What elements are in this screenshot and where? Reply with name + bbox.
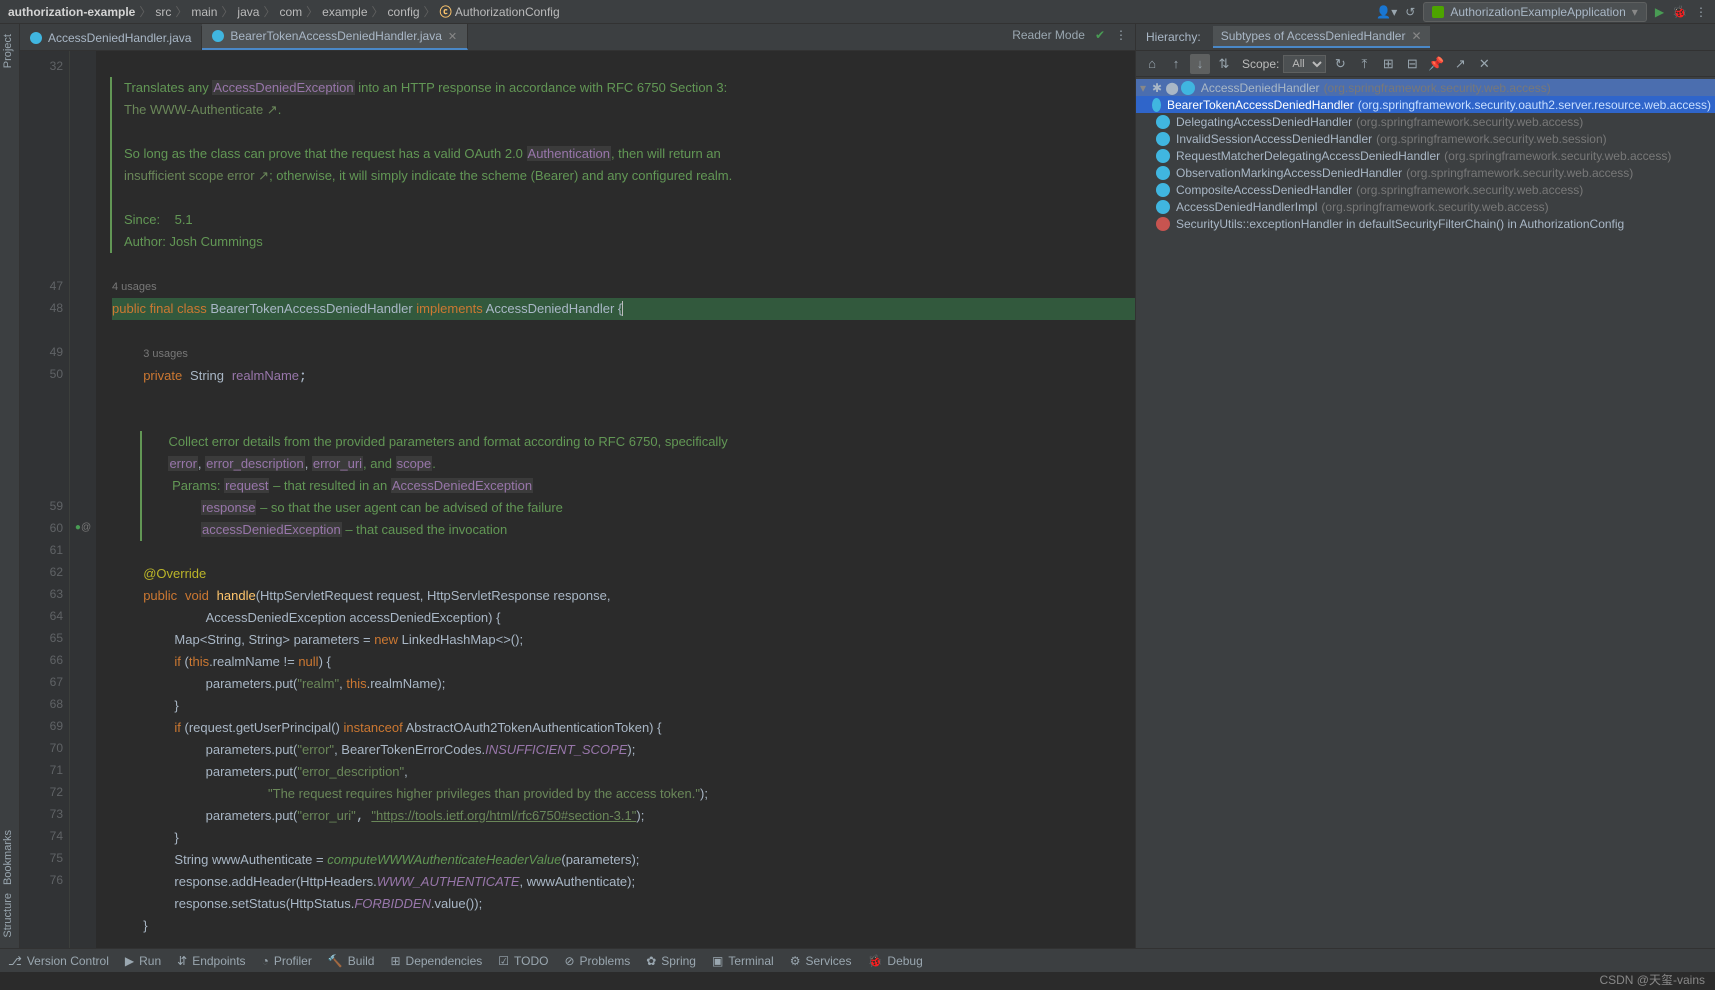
run-button[interactable]: ▶	[1655, 5, 1664, 19]
crumb-3[interactable]: java	[237, 5, 259, 19]
structure-toolwindow-tab[interactable]: Structure	[0, 889, 16, 942]
tab-bearertokenaccessdeniedhandler[interactable]: BearerTokenAccessDeniedHandler.java ✕	[202, 24, 468, 50]
crumb-0[interactable]: authorization-example	[8, 5, 135, 19]
top-nav: authorization-example〉 src〉 main〉 java〉 …	[0, 0, 1715, 24]
editor-tabs: AccessDeniedHandler.java BearerTokenAcce…	[20, 24, 1135, 51]
run-config-selector[interactable]: AuthorizationExampleApplication ▾	[1423, 2, 1646, 22]
crumb-5[interactable]: example	[322, 5, 367, 19]
left-tool-strip: Project Bookmarks Structure	[0, 24, 20, 948]
bottom-dependencies[interactable]: ⊞Dependencies	[390, 954, 482, 968]
bottom-services[interactable]: ⚙Services	[790, 954, 852, 968]
crumb-6[interactable]: config	[388, 5, 420, 19]
bottom-todo[interactable]: ☑TODO	[498, 954, 548, 968]
hierarchy-node[interactable]: DelegatingAccessDeniedHandler(org.spring…	[1136, 113, 1715, 130]
hierarchy-node[interactable]: ▾✱ ⬤ AccessDeniedHandler(org.springframe…	[1136, 79, 1715, 96]
debug-button[interactable]: 🐞	[1672, 5, 1687, 19]
bottom-build[interactable]: 🔨Build	[328, 954, 375, 968]
close-icon[interactable]: ✕	[448, 30, 457, 43]
expand-icon[interactable]: ⊞	[1378, 54, 1398, 74]
hierarchy-tab[interactable]: Subtypes of AccessDeniedHandler ✕	[1213, 26, 1430, 48]
bottom-run[interactable]: ▶Run	[125, 954, 161, 968]
hierarchy-tab-label: Subtypes of AccessDeniedHandler	[1221, 29, 1406, 43]
crumb-7[interactable]: ⓒ AuthorizationConfig	[440, 3, 560, 20]
user-icon[interactable]: 👤▾	[1376, 5, 1397, 19]
hierarchy-node[interactable]: InvalidSessionAccessDeniedHandler(org.sp…	[1136, 130, 1715, 147]
breadcrumb: authorization-example〉 src〉 main〉 java〉 …	[8, 3, 1376, 20]
editor: 3247484950596061626364656667686970717273…	[20, 51, 1135, 948]
reader-mode-check-icon[interactable]: ✔	[1095, 28, 1105, 42]
tab-label: BearerTokenAccessDeniedHandler.java	[230, 29, 441, 43]
hierarchy-node[interactable]: BearerTokenAccessDeniedHandler(org.sprin…	[1136, 96, 1715, 113]
hierarchy-node[interactable]: CompositeAccessDeniedHandler(org.springf…	[1136, 181, 1715, 198]
close-icon[interactable]: ✕	[1411, 29, 1421, 43]
java-file-icon	[212, 30, 224, 42]
crumb-1[interactable]: src	[155, 5, 171, 19]
reader-mode-label[interactable]: Reader Mode	[1012, 28, 1085, 42]
bottom-version-control[interactable]: ⎇Version Control	[8, 954, 109, 968]
bottom-problems[interactable]: ⊘Problems	[564, 954, 630, 968]
hierarchy-panel: Hierarchy: Subtypes of AccessDeniedHandl…	[1135, 24, 1715, 948]
java-file-icon	[30, 32, 42, 44]
hierarchy-node[interactable]: AccessDeniedHandlerImpl(org.springframew…	[1136, 198, 1715, 215]
gutter: 3247484950596061626364656667686970717273…	[20, 51, 70, 948]
run-config-label: AuthorizationExampleApplication	[1450, 5, 1625, 19]
bottom-toolbar: ⎇Version Control ▶Run ⇵Endpoints ◔Profiler 🔨…	[0, 948, 1715, 972]
chevron-down-icon: ▾	[1632, 5, 1638, 19]
project-toolwindow-tab[interactable]: Project	[0, 30, 16, 72]
top-right-controls: 👤▾ ↺ AuthorizationExampleApplication ▾ ▶…	[1376, 2, 1707, 22]
code-area[interactable]: Translates any AccessDeniedException int…	[96, 51, 1135, 948]
scope-select[interactable]: All	[1283, 55, 1326, 73]
crumb-2[interactable]: main	[191, 5, 217, 19]
bottom-spring[interactable]: ✿Spring	[646, 954, 696, 968]
hierarchy-toolbar: ⌂ ↑ ↓ ⇅ Scope: All ↻ ⤒ ⊞ ⊟ 📌 ↗ ✕	[1136, 51, 1715, 77]
export-icon[interactable]: ↗	[1450, 54, 1470, 74]
close-panel-icon[interactable]: ✕	[1474, 54, 1494, 74]
subtypes-icon[interactable]: ↓	[1190, 54, 1210, 74]
tab-label: AccessDeniedHandler.java	[48, 31, 191, 45]
hierarchy-title: Hierarchy:	[1146, 30, 1201, 44]
bottom-terminal[interactable]: ▣Terminal	[712, 954, 774, 968]
sort-icon[interactable]: ⇅	[1214, 54, 1234, 74]
usages-hint[interactable]: 3 usages	[143, 348, 188, 360]
hierarchy-node[interactable]: SecurityUtils::exceptionHandler in defau…	[1136, 215, 1715, 232]
tab-accessdeniedhandler[interactable]: AccessDeniedHandler.java	[20, 26, 202, 50]
scope-label: Scope:	[1242, 57, 1279, 71]
hierarchy-tree: ▾✱ ⬤ AccessDeniedHandler(org.springframe…	[1136, 77, 1715, 948]
bottom-endpoints[interactable]: ⇵Endpoints	[177, 954, 245, 968]
supertypes-icon[interactable]: ↑	[1166, 54, 1186, 74]
sync-icon[interactable]: ↺	[1405, 5, 1415, 19]
watermark: CSDN @天玺-vains	[1599, 971, 1705, 988]
hierarchy-node[interactable]: ObservationMarkingAccessDeniedHandler(or…	[1136, 164, 1715, 181]
usages-hint[interactable]: 4 usages	[112, 281, 157, 293]
autoscroll-icon[interactable]: ⤒	[1354, 54, 1374, 74]
pin-icon[interactable]: 📌	[1426, 54, 1446, 74]
gutter-icons: ●@	[70, 51, 96, 948]
class-hierarchy-icon[interactable]: ⌂	[1142, 54, 1162, 74]
bookmarks-toolwindow-tab[interactable]: Bookmarks	[0, 826, 16, 889]
bottom-debug[interactable]: 🐞Debug	[867, 954, 922, 968]
bottom-profiler[interactable]: ◔Profiler	[262, 954, 312, 968]
tabs-overflow-icon[interactable]: ⋮	[1115, 28, 1127, 42]
hierarchy-node[interactable]: RequestMatcherDelegatingAccessDeniedHand…	[1136, 147, 1715, 164]
refresh-icon[interactable]: ↻	[1330, 54, 1350, 74]
crumb-4[interactable]: com	[279, 5, 302, 19]
more-actions-icon[interactable]: ⋮	[1695, 5, 1707, 19]
collapse-icon[interactable]: ⊟	[1402, 54, 1422, 74]
